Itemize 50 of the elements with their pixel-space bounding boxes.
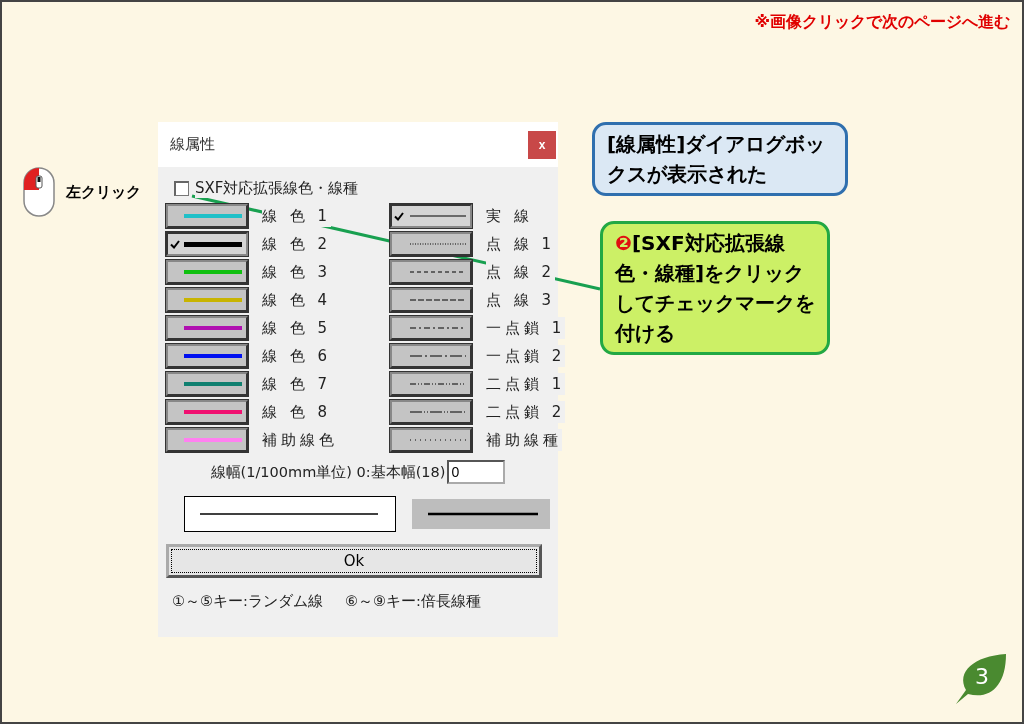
line-type-button[interactable] <box>390 400 472 424</box>
line-type-label: 点 線 2 <box>486 261 556 283</box>
line-pattern-icon <box>410 242 466 246</box>
line-pattern-icon <box>410 270 466 274</box>
line-pattern-icon <box>410 382 466 386</box>
line-type-label: 二点鎖 2 <box>486 401 566 423</box>
line-type-button[interactable] <box>390 344 472 368</box>
line-color-button[interactable] <box>166 344 248 368</box>
line-pattern-icon <box>410 298 466 302</box>
line-width-field[interactable]: 0 <box>447 460 506 484</box>
line-pattern-icon <box>410 326 466 330</box>
line-type-button[interactable] <box>390 232 472 256</box>
line-color-button[interactable] <box>166 316 248 340</box>
line-type-button[interactable] <box>390 288 472 312</box>
callout-text: [線属性]ダイアログボックスが表示された <box>607 132 826 186</box>
line-type-button[interactable] <box>390 260 472 284</box>
key-hint: ①～⑤キー:ランダム線 <box>172 592 323 611</box>
line-type-button[interactable] <box>390 428 472 452</box>
line-color-button[interactable] <box>166 232 248 256</box>
checkbox[interactable] <box>174 181 189 196</box>
line-type-button[interactable] <box>390 372 472 396</box>
line-color-button[interactable] <box>166 428 248 452</box>
line-color-label: 線 色 1 <box>262 205 332 227</box>
line-pattern-icon <box>410 354 466 358</box>
line-type-label: 補助線種 <box>486 429 562 451</box>
callout-text: ❷[SXF対応拡張線色・線種]をクリックしてチェックマークを付ける <box>615 231 815 345</box>
next-page-notice: ※画像クリックで次のページへ進む <box>754 12 1010 33</box>
line-pattern-icon <box>410 410 466 414</box>
mouse-icon <box>22 166 56 218</box>
check-mark-icon <box>170 239 180 249</box>
checkbox-label: SXF対応拡張線色・線種 <box>195 179 359 198</box>
line-width-label: 線幅(1/100mm単位) 0:基本幅(18) <box>210 462 446 482</box>
left-click-label: 左クリック <box>66 182 141 202</box>
line-type-button[interactable] <box>390 316 472 340</box>
ok-button[interactable]: Ok <box>166 544 542 578</box>
line-color-button[interactable] <box>166 288 248 312</box>
dialog-title: 線属性 <box>170 135 215 154</box>
line-color-button[interactable] <box>166 400 248 424</box>
line-color-button[interactable] <box>166 372 248 396</box>
line-type-label: 一点鎖 1 <box>486 317 566 339</box>
line-type-label: 二点鎖 1 <box>486 373 566 395</box>
line-type-button[interactable] <box>390 204 472 228</box>
line-pattern-icon <box>410 214 466 218</box>
key-hint: ⑥～⑨キー:倍長線種 <box>344 592 481 611</box>
close-button[interactable]: x <box>528 130 556 159</box>
check-mark-icon <box>394 211 404 221</box>
line-type-label: 一点鎖 2 <box>486 345 566 367</box>
line-color-button[interactable] <box>166 260 248 284</box>
line-color-button[interactable] <box>166 204 248 228</box>
page-number: 3 <box>975 664 989 689</box>
